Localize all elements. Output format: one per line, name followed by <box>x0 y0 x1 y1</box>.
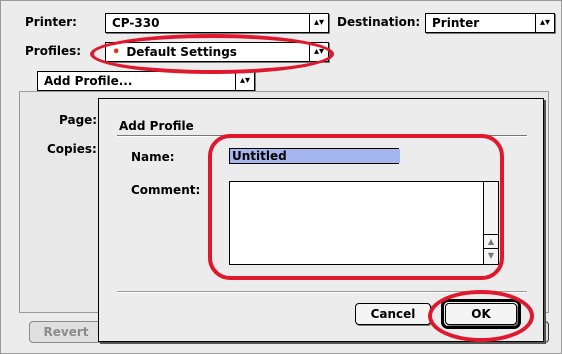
name-field[interactable]: Untitled <box>229 148 400 164</box>
profiles-label: Profiles: <box>25 44 82 58</box>
add-profile-menu-label: Add Profile... <box>44 74 133 88</box>
revert-button[interactable]: Revert <box>29 321 103 343</box>
name-value: Untitled <box>230 149 400 163</box>
page-label: Page: <box>59 113 98 127</box>
sheet-title: Add Profile <box>119 119 194 133</box>
comment-label: Comment: <box>131 183 201 197</box>
printer-label: Printer: <box>25 15 77 29</box>
copies-label: Copies: <box>47 142 97 156</box>
popup-arrows-icon: ▴▾ <box>309 14 328 32</box>
buttons-divider <box>117 291 527 293</box>
profiles-value: Default Settings <box>126 45 237 59</box>
add-profile-menu[interactable]: Add Profile... ▴▾ <box>37 71 255 91</box>
popup-arrows-icon: ▴▾ <box>309 43 328 61</box>
ok-button[interactable]: OK <box>445 303 517 325</box>
cancel-button[interactable]: Cancel <box>355 303 431 325</box>
destination-popup[interactable]: Printer ▴▾ <box>425 13 555 33</box>
comment-field[interactable]: ▲ ▼ <box>229 181 499 265</box>
printer-popup[interactable]: CP-330 ▴▾ <box>105 13 329 33</box>
scroll-up-icon[interactable]: ▲ <box>484 234 498 249</box>
title-divider <box>117 135 527 137</box>
popup-arrows-icon: ▴▾ <box>535 14 554 32</box>
comment-scrollbar[interactable]: ▲ ▼ <box>483 182 498 264</box>
destination-label: Destination: <box>337 15 421 29</box>
bullet-icon: • <box>112 45 121 60</box>
destination-value: Printer <box>432 16 480 30</box>
popup-arrows-icon: ▴▾ <box>235 72 254 90</box>
name-label: Name: <box>131 150 175 164</box>
profiles-popup[interactable]: • Default Settings ▴▾ <box>105 42 329 62</box>
add-profile-sheet: Add Profile Name: Untitled Comment: ▲ ▼ … <box>98 98 544 342</box>
scroll-down-icon[interactable]: ▼ <box>484 248 498 263</box>
printer-value: CP-330 <box>112 16 160 30</box>
